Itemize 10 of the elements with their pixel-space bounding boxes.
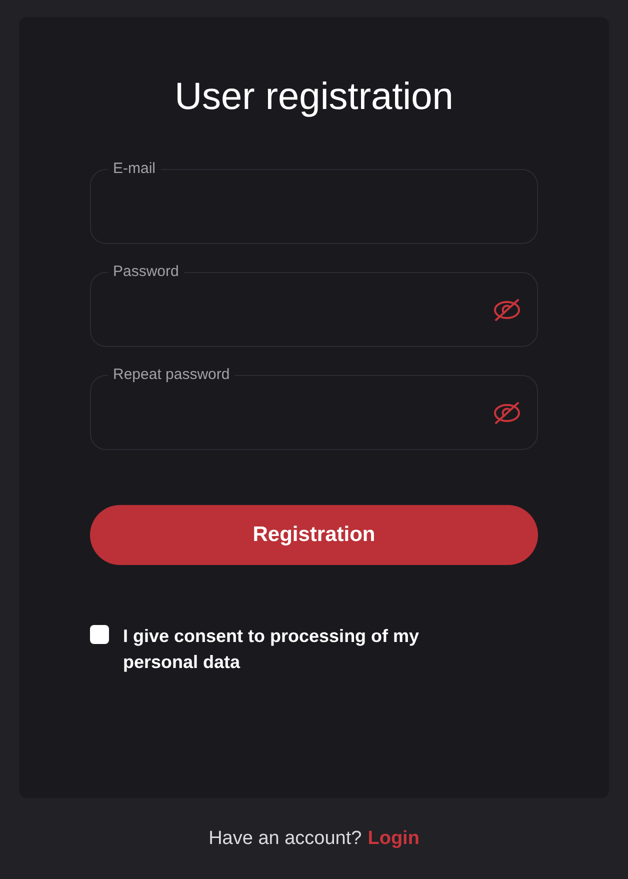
eye-slash-icon[interactable] bbox=[493, 298, 521, 322]
eye-slash-icon[interactable] bbox=[493, 400, 521, 424]
consent-label: I give consent to processing of my personal data bbox=[123, 625, 420, 674]
form-title: User registration bbox=[174, 75, 454, 120]
input-field[interactable]: E-mail bbox=[90, 160, 538, 244]
input-field[interactable]: Password bbox=[90, 263, 538, 347]
account-prompt: Have an account? bbox=[208, 827, 362, 851]
consent-checkbox[interactable] bbox=[90, 625, 109, 644]
input-field[interactable]: Repeat password bbox=[90, 366, 538, 450]
registration-button[interactable]: Registration bbox=[90, 505, 538, 565]
